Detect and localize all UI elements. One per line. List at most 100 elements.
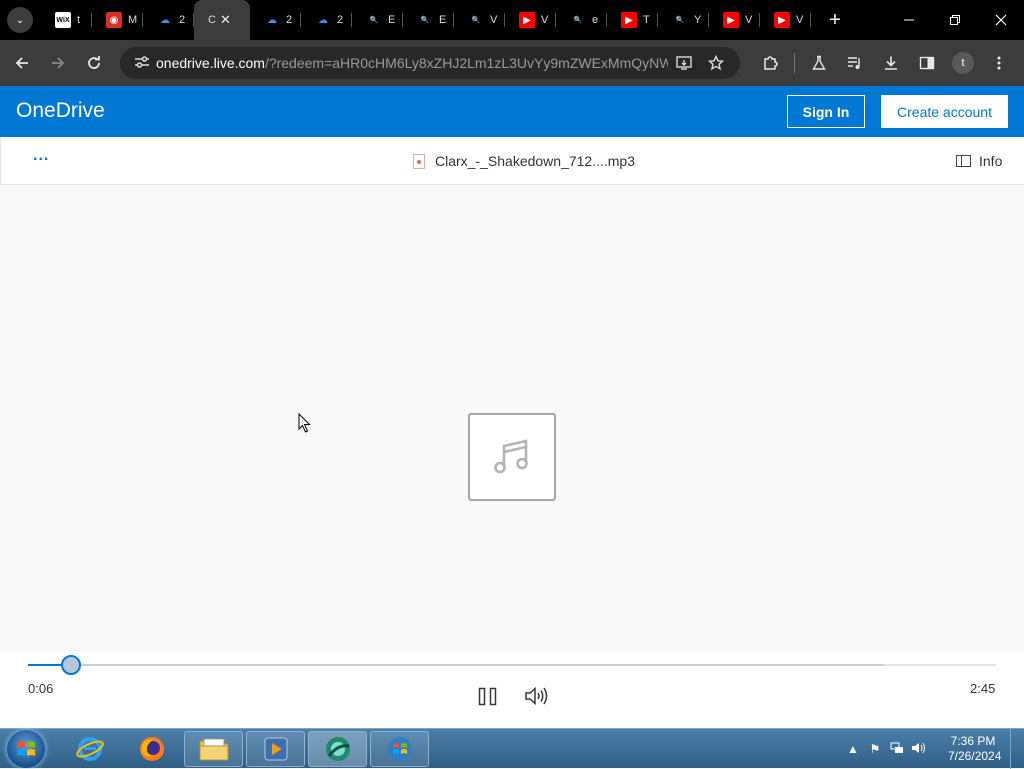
puzzle-icon (764, 56, 778, 70)
browser-tab[interactable]: ☁ 2 (250, 0, 301, 40)
restore-icon (950, 15, 960, 25)
start-button[interactable] (7, 730, 45, 768)
browser-tab[interactable]: ☁ 2 (143, 0, 194, 40)
clock-date: 7/26/2024 (948, 749, 1002, 763)
tab-title: 2 (337, 14, 344, 26)
tab-favicon-icon: 🔍 (420, 17, 430, 24)
info-button[interactable]: Info (956, 153, 1002, 169)
browser-tab-strip: ⌄ WiX t ◉ M ☁ 2 C ✕ ☁ 2 ☁ 2 🔍 E 🔍 E 🔍 V ▶ V 🔍 e ▶ T 🔍 Y ▶ V ▶ V + (0, 0, 1024, 40)
site-settings-icon[interactable] (128, 55, 156, 72)
taskbar-chrome-active[interactable] (308, 731, 367, 767)
browser-tab[interactable]: ◉ M (92, 0, 143, 40)
onedrive-logo-text[interactable]: OneDrive (16, 99, 105, 123)
toolbar-divider (794, 53, 795, 73)
browser-tab[interactable]: ▶ V (505, 0, 556, 40)
browser-tab[interactable]: ▶ V (709, 0, 760, 40)
flask-icon (812, 55, 826, 70)
tab-title: Y (694, 14, 702, 26)
kebab-menu-icon (997, 56, 1001, 70)
browser-tab[interactable]: ▶ T (607, 0, 658, 40)
seek-progress (28, 664, 63, 666)
tab-favicon-icon: ▶ (774, 12, 790, 28)
download-icon (885, 56, 897, 70)
tab-favicon-icon: ◉ (106, 12, 122, 28)
show-desktop-button[interactable] (1010, 729, 1024, 769)
tab-title: 2 (179, 14, 186, 26)
more-options-button[interactable]: ... (33, 147, 49, 165)
taskbar-firefox[interactable] (132, 731, 172, 767)
install-app-icon[interactable] (668, 47, 700, 79)
forward-button[interactable] (40, 45, 76, 81)
tab-favicon-icon: ☁ (160, 14, 170, 26)
taskbar-internet-explorer[interactable] (70, 731, 110, 767)
taskbar-file-explorer[interactable] (184, 731, 243, 767)
tab-close-icon[interactable]: ✕ (220, 12, 231, 28)
info-label: Info (979, 153, 1003, 169)
restore-button[interactable] (932, 0, 978, 40)
tab-favicon-icon: ☁ (267, 14, 277, 26)
seek-handle[interactable] (60, 655, 81, 675)
speaker-icon[interactable] (908, 741, 930, 758)
windows-orb-icon (387, 737, 412, 761)
browser-tab[interactable]: 🔍 E (352, 0, 403, 40)
url-path: /?redeem=aHR0cHM6Ly8xZHJ2Lm1zL3UvYy9mZWE… (264, 55, 668, 71)
browser-tab[interactable]: 🔍 e (556, 0, 607, 40)
tab-favicon-icon: 🔍 (369, 17, 379, 24)
pause-button[interactable] (476, 686, 500, 708)
browser-tab[interactable]: ☁ 2 (301, 0, 352, 40)
arrow-left-icon (15, 57, 28, 69)
windows-logo-icon (17, 741, 35, 756)
command-bar: ... Clarx_-_Shakedown_712....mp3 Info (0, 137, 1024, 185)
media-controls-button[interactable] (837, 45, 873, 81)
audio-player: 0:06 2:45 (0, 652, 1024, 728)
clock-time: 7:36 PM (950, 734, 996, 748)
taskbar-clock[interactable]: 7:36 PM 7/26/2024 (948, 734, 1002, 764)
volume-button[interactable] (524, 685, 550, 707)
browser-menu-button[interactable] (981, 45, 1017, 81)
tab-title: t (77, 14, 81, 26)
new-tab-button[interactable]: + (823, 9, 847, 32)
tab-title: V (745, 14, 753, 26)
taskbar-media-player[interactable] (246, 731, 305, 767)
minimize-button[interactable] (886, 0, 932, 40)
action-center-flag-icon[interactable]: ⚑ (864, 742, 886, 756)
file-name: Clarx_-_Shakedown_712....mp3 (435, 153, 636, 169)
create-account-button[interactable]: Create account (881, 95, 1008, 128)
browser-tab[interactable]: 🔍 V (454, 0, 505, 40)
bookmark-star-icon[interactable] (700, 47, 732, 79)
firefox-icon (140, 737, 164, 761)
profile-button[interactable]: t (945, 45, 981, 81)
tab-search-button[interactable]: ⌄ (7, 7, 33, 33)
side-panel-button[interactable] (909, 45, 945, 81)
labs-button[interactable] (801, 45, 837, 81)
tab-favicon-icon: ▶ (723, 12, 739, 28)
extensions-button[interactable] (752, 45, 788, 81)
browser-tab[interactable]: ▶ V (760, 0, 811, 40)
seek-bar[interactable] (28, 655, 996, 675)
tab-list: WiX t ◉ M ☁ 2 C ✕ ☁ 2 ☁ 2 🔍 E 🔍 E 🔍 V ▶ V 🔍 e ▶ T 🔍 Y ▶ V ▶ V (41, 0, 811, 40)
media-player-icon (264, 737, 287, 761)
file-title: Clarx_-_Shakedown_712....mp3 (413, 153, 635, 169)
tab-favicon-icon: 🔍 (675, 17, 685, 24)
show-hidden-icons-button[interactable]: ▲ (842, 742, 864, 756)
url-text[interactable]: onedrive.live.com/?redeem=aHR0cHM6Ly8xZH… (156, 55, 668, 71)
tab-title: V (796, 14, 804, 26)
browser-tab[interactable]: 🔍 Y (658, 0, 709, 40)
network-icon[interactable] (886, 741, 908, 758)
duration: 2:45 (970, 681, 996, 696)
reload-button[interactable] (76, 45, 112, 81)
taskbar-windows-app[interactable] (370, 731, 429, 767)
close-window-button[interactable] (978, 0, 1024, 40)
browser-tab[interactable]: WiX t (41, 0, 92, 40)
browser-tab[interactable]: 🔍 E (403, 0, 454, 40)
tab-title: T (643, 14, 650, 26)
browser-tab-active[interactable]: C ✕ (194, 0, 250, 40)
media-viewer (0, 186, 1024, 652)
tab-title: 2 (286, 14, 293, 26)
toolbar-actions: t (752, 40, 1017, 86)
sign-in-button[interactable]: Sign In (787, 95, 865, 128)
back-button[interactable] (4, 45, 40, 81)
address-bar[interactable]: onedrive.live.com/?redeem=aHR0cHM6Ly8xZH… (120, 47, 740, 79)
downloads-button[interactable] (873, 45, 909, 81)
audio-file-icon (413, 153, 425, 169)
